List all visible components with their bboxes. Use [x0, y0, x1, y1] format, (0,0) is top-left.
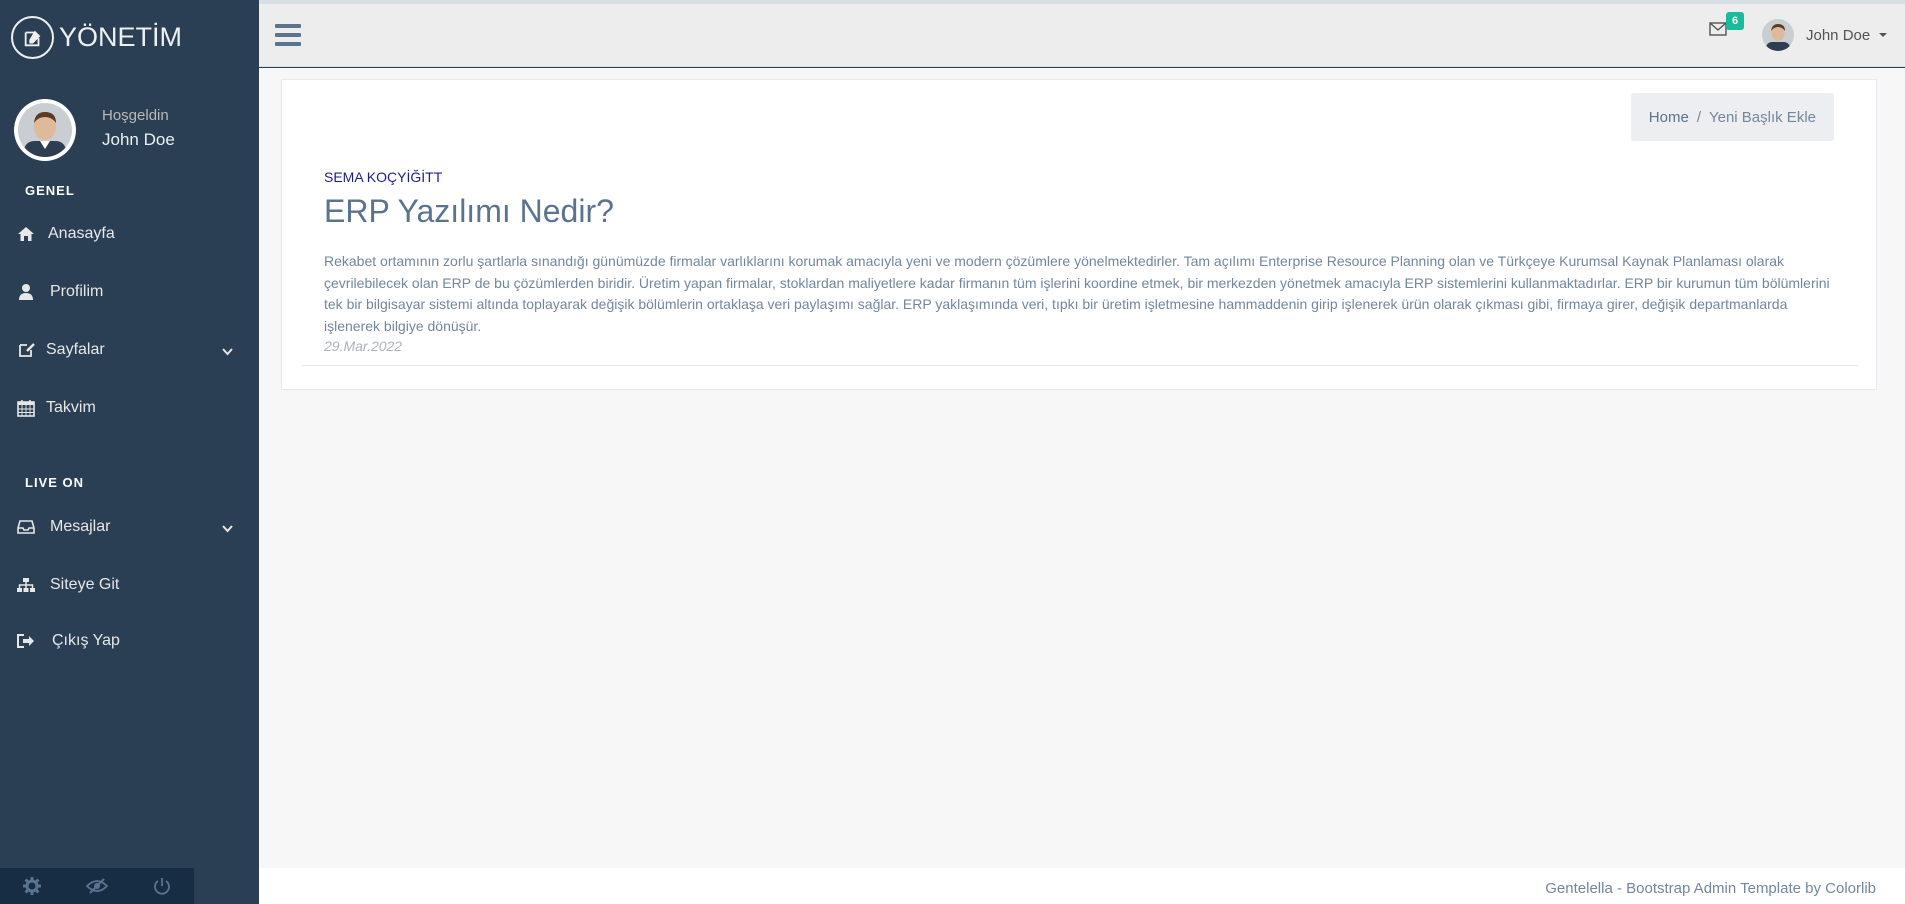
profile-welcome: Hoşgeldin — [102, 106, 169, 124]
power-icon[interactable] — [129, 868, 194, 904]
sidebar-item-label: Profilim — [50, 283, 104, 300]
section-title-live-on: LIVE ON — [25, 475, 85, 490]
avatar — [14, 98, 76, 161]
brand[interactable]: YÖNETİM — [0, 0, 259, 75]
sidebar-item-label: Siteye Git — [50, 576, 120, 593]
breadcrumb-home-link[interactable]: Home — [1649, 109, 1689, 126]
caret-down-icon — [1879, 33, 1888, 37]
post-author: SEMA KOÇYİĞİTT — [324, 169, 443, 185]
sitemap-icon — [16, 575, 36, 595]
mail-count-badge: 6 — [1726, 12, 1745, 30]
avatar — [1762, 19, 1794, 51]
post-date: 29.Mar.2022 — [324, 338, 403, 354]
mail-icon[interactable] — [1709, 22, 1727, 41]
sidebar-item-mesajlar[interactable]: Mesajlar — [0, 498, 259, 556]
user-dropdown[interactable]: John Doe — [1762, 19, 1888, 51]
sidebar-item-siteye-git[interactable]: Siteye Git — [0, 556, 259, 614]
sidebar-item-label: Anasayfa — [48, 225, 115, 242]
sidebar-item-takvim[interactable]: Takvim — [0, 379, 259, 437]
eye-slash-icon[interactable] — [65, 868, 130, 904]
chevron-down-icon — [222, 520, 233, 538]
footer-text[interactable]: Gentelella - Bootstrap Admin Template by… — [1545, 880, 1876, 897]
sidebar-item-cikis-yap[interactable]: Çıkış Yap — [0, 614, 259, 668]
sidebar: YÖNETİM Hoşgeldin John Doe GENEL Anasayf… — [0, 0, 259, 904]
inbox-icon — [16, 517, 36, 537]
sidebar-item-sayfalar[interactable]: Sayfalar — [0, 321, 259, 379]
sidebar-item-profilim[interactable]: Profilim — [0, 263, 259, 321]
section-title-general: GENEL — [25, 183, 75, 198]
sidebar-item-label: Takvim — [46, 399, 96, 416]
profile-quick-info: Hoşgeldin John Doe — [0, 75, 259, 165]
home-icon — [16, 224, 36, 244]
sidebar-item-anasayfa[interactable]: Anasayfa — [0, 205, 259, 263]
profile-name: John Doe — [102, 129, 175, 149]
page-footer: Gentelella - Bootstrap Admin Template by… — [259, 868, 1905, 904]
sidebar-footer — [0, 868, 194, 904]
breadcrumb-current: Yeni Başlık Ekle — [1708, 108, 1816, 126]
edit-icon — [16, 340, 36, 360]
chevron-down-icon — [222, 343, 233, 361]
sidebar-item-label: Mesajlar — [50, 518, 111, 535]
divider — [302, 365, 1858, 366]
menu-toggle-icon[interactable] — [275, 24, 301, 46]
post-title: ERP Yazılımı Nedir? — [324, 193, 614, 229]
sidebar-item-label: Çıkış Yap — [52, 632, 120, 649]
post-panel: Home / Yeni Başlık Ekle SEMA KOÇYİĞİTT E… — [281, 79, 1877, 390]
main-content: Home / Yeni Başlık Ekle SEMA KOÇYİĞİTT E… — [259, 68, 1905, 868]
calendar-icon — [16, 398, 36, 418]
breadcrumb-separator: / — [1696, 108, 1701, 126]
post-body: Rekabet ortamının zorlu şartlarla sınand… — [324, 253, 1830, 334]
sidebar-item-label: Sayfalar — [46, 341, 105, 358]
user-icon — [16, 282, 36, 302]
edit-logo-icon — [11, 16, 54, 59]
breadcrumb: Home / Yeni Başlık Ekle — [1630, 93, 1834, 141]
top-navigation: 6 John Doe — [259, 4, 1905, 67]
settings-icon[interactable] — [0, 868, 65, 904]
nav-general: Anasayfa Profilim Sayfalar Takvim — [0, 205, 259, 437]
sign-out-icon — [16, 631, 36, 651]
brand-title: YÖNETİM — [59, 22, 183, 52]
user-name: John Doe — [1806, 26, 1871, 44]
nav-live-on: Mesajlar Siteye Git Çıkış Yap — [0, 498, 259, 668]
